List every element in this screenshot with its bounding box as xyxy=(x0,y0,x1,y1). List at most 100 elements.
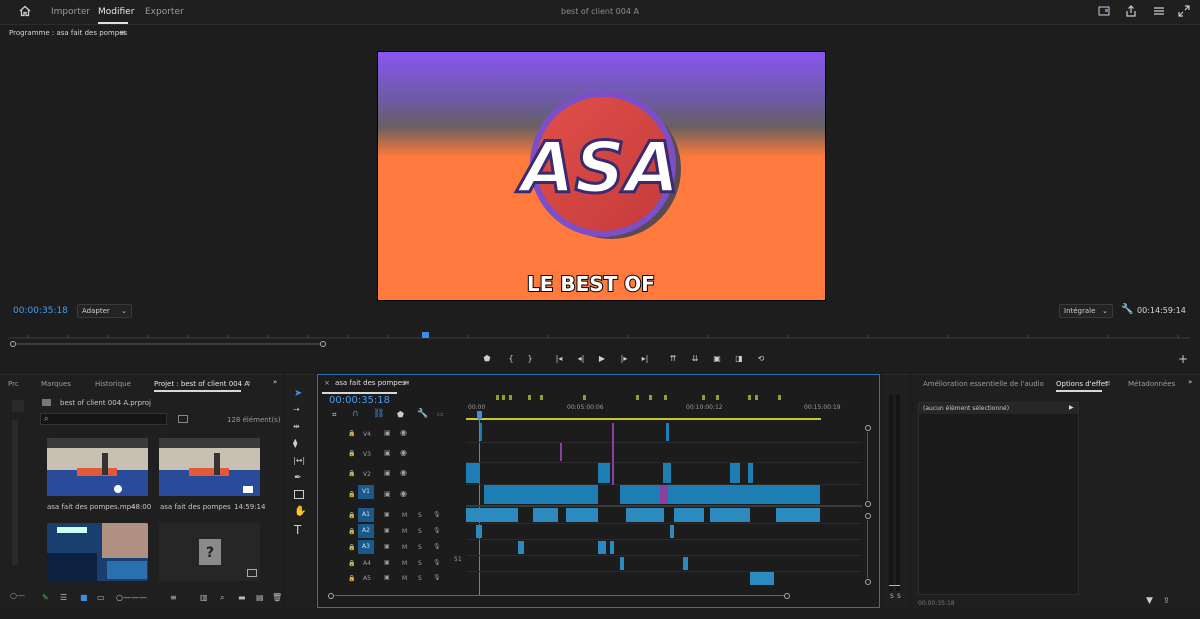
filter-icon[interactable]: ▼ xyxy=(1146,596,1153,606)
settings-wrench-icon[interactable]: 🔧 xyxy=(1121,304,1133,315)
share-icon[interactable] xyxy=(1124,5,1138,19)
tab-projet[interactable]: Projet : best of client 004 A xyxy=(154,380,249,388)
project-item-thumbnail[interactable] xyxy=(47,523,148,581)
program-timecode[interactable]: 00:00:35:18 xyxy=(13,306,68,316)
playback-quality-dropdown[interactable]: Intégrale ⌄ xyxy=(1059,304,1113,318)
timeline-marker[interactable] xyxy=(748,395,751,400)
track-select-tool-icon[interactable]: ⇢ xyxy=(293,405,300,414)
timeline-audio-clip[interactable] xyxy=(466,508,518,522)
freeform-view-icon[interactable]: ▭ xyxy=(97,593,105,602)
playhead[interactable] xyxy=(477,411,482,419)
play-icon[interactable]: ▶ xyxy=(595,352,609,366)
timeline-clip[interactable] xyxy=(484,485,598,504)
solo-right-button[interactable]: S xyxy=(897,593,901,600)
lift-icon[interactable]: ⇈ xyxy=(666,352,680,366)
timeline-marker[interactable] xyxy=(702,395,705,400)
track-lock-icon[interactable]: 🔒 xyxy=(348,512,355,519)
track-lock-icon[interactable]: 🔒 xyxy=(348,544,355,551)
timeline-clip[interactable] xyxy=(663,463,671,483)
timeline-audio-clip[interactable] xyxy=(710,508,750,522)
pencil-icon[interactable]: ✎ xyxy=(42,593,49,602)
panel-menu-icon[interactable]: ≡ xyxy=(245,379,251,387)
timeline-clip[interactable] xyxy=(666,423,669,441)
sort-icon[interactable]: ≡ xyxy=(170,593,177,602)
timeline-clip[interactable] xyxy=(660,485,668,504)
mute-button[interactable]: M xyxy=(402,560,407,567)
extract-icon[interactable]: ⇊ xyxy=(688,352,702,366)
tab-effect-controls[interactable]: Options d'effet xyxy=(1056,380,1108,388)
export-frame-icon[interactable]: ▣ xyxy=(710,352,724,366)
timeline-horizontal-scrollbar[interactable] xyxy=(328,593,866,599)
track-lock-icon[interactable]: 🔒 xyxy=(348,470,355,477)
timeline-marker[interactable] xyxy=(509,395,512,400)
mark-in-icon[interactable]: { xyxy=(504,352,518,366)
timeline-marker[interactable] xyxy=(540,395,543,400)
more-panels-icon[interactable]: » xyxy=(273,378,277,386)
captions-icon[interactable]: ▭ xyxy=(437,410,444,418)
track-target-a1[interactable]: A1 xyxy=(358,508,374,522)
microphone-icon[interactable]: 🎙 xyxy=(433,543,441,550)
toggle-sync-icon[interactable]: ▣ xyxy=(384,543,390,550)
mark-out-icon[interactable]: } xyxy=(523,352,537,366)
timeline-clip[interactable] xyxy=(612,423,614,485)
type-tool-icon[interactable]: T xyxy=(294,523,301,537)
source-scrollbar[interactable] xyxy=(12,420,18,565)
eye-icon[interactable]: ◉ xyxy=(400,489,407,498)
tab-essential-audio[interactable]: Amélioration essentielle de l'audio xyxy=(923,380,1044,388)
eye-icon[interactable]: ◉ xyxy=(400,468,407,477)
solo-left-button[interactable]: S xyxy=(890,593,894,600)
track-lock-icon[interactable]: 🔒 xyxy=(348,560,355,567)
timeline-audio-clip[interactable] xyxy=(750,572,774,585)
timeline-clip[interactable] xyxy=(560,443,562,461)
timeline-marker[interactable] xyxy=(649,395,652,400)
timeline-audio-clip[interactable] xyxy=(683,557,688,570)
add-button-icon[interactable]: + xyxy=(1178,352,1188,366)
project-missing-media-thumbnail[interactable]: ? xyxy=(159,523,260,581)
linked-selection-icon[interactable]: ⛓ xyxy=(373,409,384,419)
timeline-marker[interactable] xyxy=(755,395,758,400)
automate-icon[interactable]: ▥ xyxy=(200,593,208,602)
project-sequence-thumbnail[interactable] xyxy=(159,438,260,496)
toggle-sync-icon[interactable]: ▣ xyxy=(384,449,391,457)
step-forward-icon[interactable]: |▸ xyxy=(617,352,631,366)
microphone-icon[interactable]: 🎙 xyxy=(433,559,441,566)
program-time-ruler[interactable] xyxy=(8,321,1190,348)
trash-icon[interactable]: 🗑 xyxy=(272,593,282,602)
timeline-audio-clip[interactable] xyxy=(476,525,482,538)
solo-button[interactable]: S xyxy=(418,575,422,582)
ripple-edit-tool-icon[interactable]: ⇹ xyxy=(293,422,300,431)
timeline-marker[interactable] xyxy=(664,395,667,400)
timeline-audio-clip[interactable] xyxy=(518,541,524,554)
timeline-timecode[interactable]: 00:00:35:18 xyxy=(329,395,390,406)
icon-view-icon[interactable]: ■ xyxy=(80,593,88,602)
find-icon[interactable]: ⌕ xyxy=(220,593,224,603)
export-icon[interactable]: ⇪ xyxy=(1163,596,1170,605)
timeline-audio-clip[interactable] xyxy=(533,508,558,522)
more-panels-icon[interactable]: » xyxy=(1188,378,1192,386)
track-target-a3[interactable]: A3 xyxy=(358,540,374,554)
timeline-audio-clip[interactable] xyxy=(626,508,664,522)
panel-menu-icon[interactable]: ≡ xyxy=(403,378,410,387)
program-monitor-title[interactable]: Programme : asa fait des pompes xyxy=(9,29,127,37)
toggle-sync-icon[interactable]: ▣ xyxy=(384,429,391,437)
eye-icon[interactable]: ◉ xyxy=(400,428,407,437)
timeline-marker[interactable] xyxy=(778,395,781,400)
solo-button[interactable]: S xyxy=(418,544,422,551)
track-lock-icon[interactable]: 🔒 xyxy=(348,450,355,457)
zoom-slider[interactable]: ○——— xyxy=(116,593,147,602)
timeline-clip[interactable] xyxy=(730,463,740,483)
snap-icon[interactable]: ∩ xyxy=(352,409,359,419)
new-item-icon[interactable]: ▤ xyxy=(256,593,264,602)
panel-menu-icon[interactable]: ≡ xyxy=(119,28,126,37)
solo-button[interactable]: S xyxy=(418,528,422,535)
tab-metadata[interactable]: Métadonnées xyxy=(1128,380,1175,388)
timeline-marker[interactable] xyxy=(528,395,531,400)
tab-historique[interactable]: Historique xyxy=(95,380,131,388)
eye-icon[interactable]: ◉ xyxy=(400,448,407,457)
microphone-icon[interactable]: 🎙 xyxy=(433,511,441,518)
go-to-in-icon[interactable]: |◂ xyxy=(552,352,566,366)
work-area-bar[interactable] xyxy=(466,418,821,420)
timeline-clip[interactable] xyxy=(598,463,610,483)
tab-marques[interactable]: Marques xyxy=(41,380,71,388)
timeline-audio-clip[interactable] xyxy=(776,508,820,522)
